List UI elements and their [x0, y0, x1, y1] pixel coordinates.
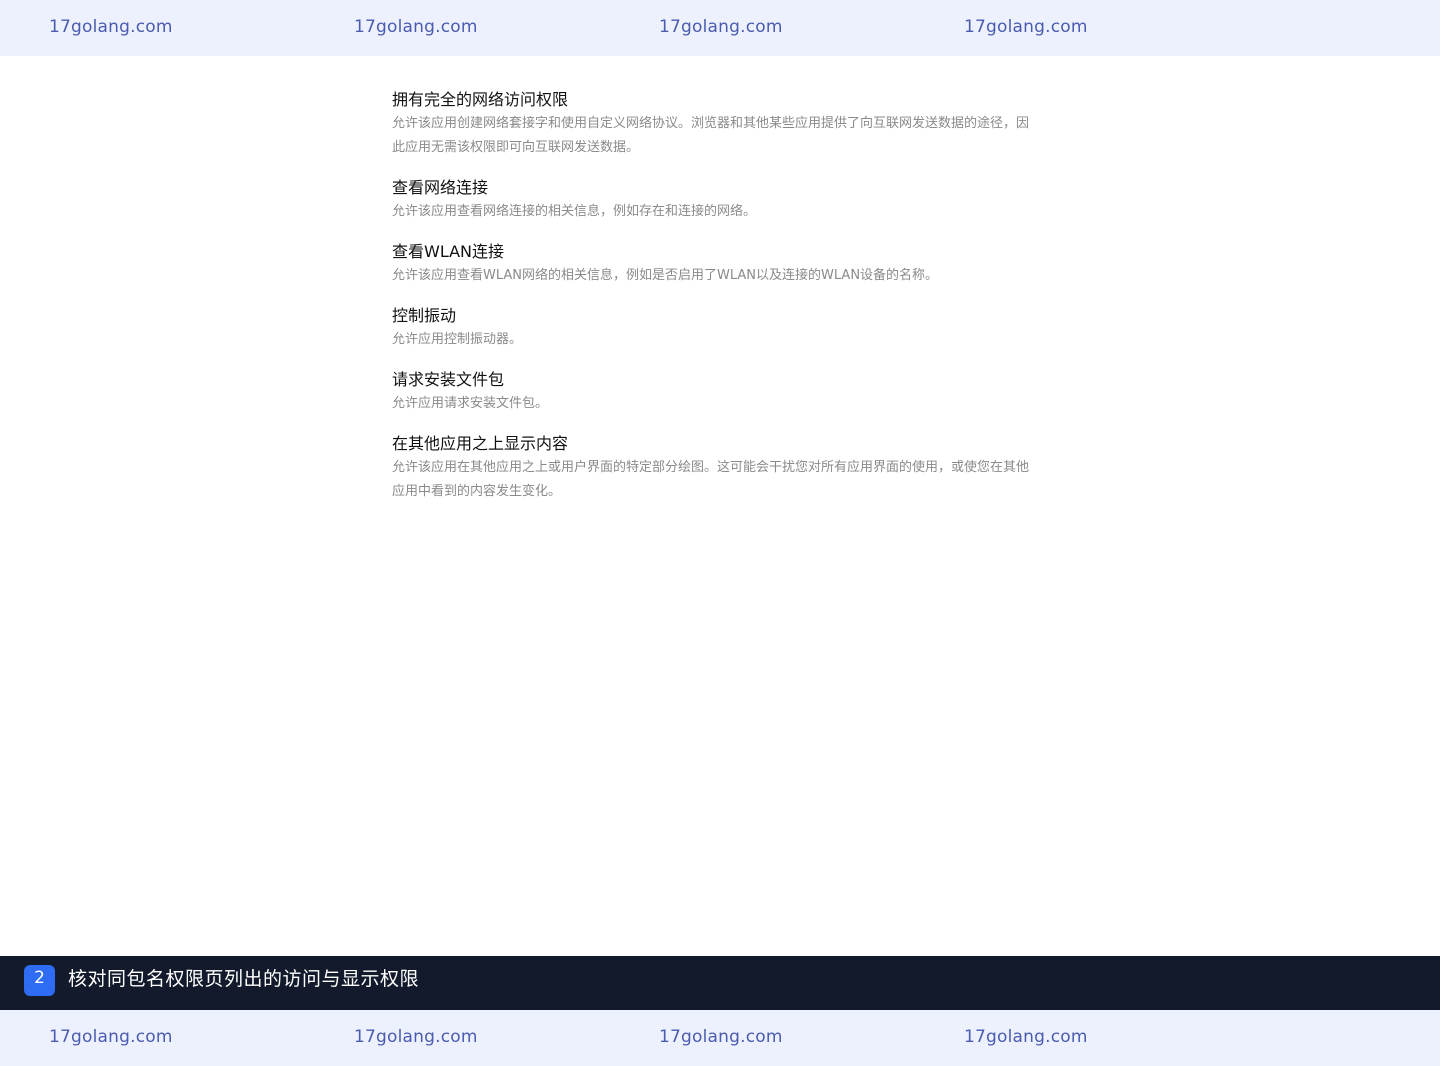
- watermark-text: 17golang.com: [49, 17, 173, 37]
- step-number-badge: 2: [24, 965, 55, 996]
- permission-description: 允许应用控制振动器。: [392, 332, 523, 347]
- top-watermark-banner: 17golang.com 17golang.com 17golang.com 1…: [0, 0, 1440, 56]
- permission-description: 允许该应用在其他应用之上或用户界面的特定部分绘图。这可能会干扰您对所有应用界面的…: [392, 460, 1030, 499]
- watermark-text: 17golang.com: [659, 1027, 783, 1047]
- permission-title: 查看网络连接: [392, 178, 489, 197]
- step-caption-bar: 2 核对同包名权限页列出的访问与显示权限: [0, 956, 1440, 1010]
- permission-title: 查看WLAN连接: [392, 242, 505, 261]
- permission-description: 允许该应用查看WLAN网络的相关信息，例如是否启用了WLAN以及连接的WLAN设…: [392, 268, 939, 283]
- step-caption-text: 核对同包名权限页列出的访问与显示权限: [68, 968, 420, 990]
- permission-item-request-install-packages: 请求安装文件包 允许应用请求安装文件包。: [392, 368, 1038, 416]
- permission-title: 请求安装文件包: [392, 370, 505, 389]
- permission-title: 控制振动: [392, 306, 457, 325]
- permission-title: 拥有完全的网络访问权限: [392, 90, 569, 109]
- permission-item-display-over-other-apps: 在其他应用之上显示内容 允许该应用在其他应用之上或用户界面的特定部分绘图。这可能…: [392, 432, 1038, 504]
- watermark-text: 17golang.com: [49, 1027, 173, 1047]
- watermark-text: 17golang.com: [964, 1027, 1088, 1047]
- permission-item-control-vibration: 控制振动 允许应用控制振动器。: [392, 304, 1038, 352]
- permission-item-full-network-access: 拥有完全的网络访问权限 允许该应用创建网络套接字和使用自定义网络协议。浏览器和其…: [392, 88, 1038, 160]
- permission-item-view-network-connections: 查看网络连接 允许该应用查看网络连接的相关信息，例如存在和连接的网络。: [392, 176, 1038, 224]
- permission-description: 允许该应用查看网络连接的相关信息，例如存在和连接的网络。: [392, 204, 757, 219]
- permission-item-view-wlan-connections: 查看WLAN连接 允许该应用查看WLAN网络的相关信息，例如是否启用了WLAN以…: [392, 240, 1038, 288]
- watermark-text: 17golang.com: [659, 17, 783, 37]
- permission-description: 允许该应用创建网络套接字和使用自定义网络协议。浏览器和其他某些应用提供了向互联网…: [392, 116, 1030, 155]
- watermark-text: 17golang.com: [354, 1027, 478, 1047]
- watermark-text: 17golang.com: [964, 17, 1088, 37]
- permission-description: 允许应用请求安装文件包。: [392, 396, 549, 411]
- bottom-watermark-banner: 17golang.com 17golang.com 17golang.com 1…: [0, 1010, 1440, 1066]
- permission-title: 在其他应用之上显示内容: [392, 434, 569, 453]
- watermark-text: 17golang.com: [354, 17, 478, 37]
